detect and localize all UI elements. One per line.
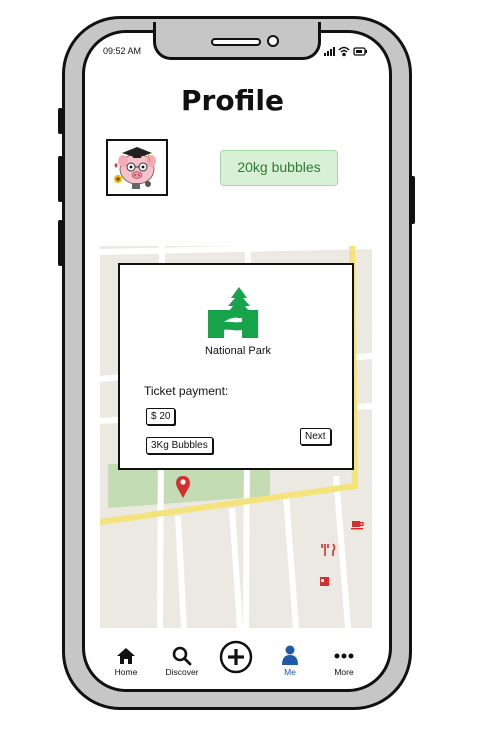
tab-label-home: Home	[114, 667, 138, 677]
power-button	[410, 176, 415, 224]
status-time: 09:52 AM	[103, 46, 142, 56]
volume-up-button	[58, 156, 63, 202]
cafe-icon	[351, 521, 364, 530]
signal-icon	[324, 47, 335, 56]
price-option-button[interactable]: $ 20	[146, 408, 176, 425]
coffee-cup-icon	[320, 577, 329, 586]
next-button[interactable]: Next	[300, 428, 331, 445]
camera	[267, 35, 279, 47]
bottom-tab-bar: Home Discover Me More	[100, 640, 372, 682]
plus-circle-icon	[219, 640, 253, 674]
ticket-payment-card: National Park Ticket payment: $ 20 3Kg B…	[118, 263, 354, 470]
ticket-payment-label: Ticket payment:	[144, 384, 229, 398]
battery-icon	[353, 47, 367, 56]
wifi-icon	[338, 46, 350, 57]
park-name: National Park	[204, 345, 272, 357]
tab-label-me: Me	[284, 667, 296, 677]
more-dots-icon	[334, 653, 354, 659]
tab-label-more: More	[334, 667, 354, 677]
person-icon	[282, 645, 298, 665]
volume-down-button	[58, 220, 63, 266]
status-icons	[322, 44, 370, 57]
search-icon	[172, 646, 192, 666]
speaker	[211, 38, 261, 46]
national-park-logo	[206, 286, 260, 340]
page-title: Profile	[181, 84, 284, 117]
pig-avatar-icon	[114, 147, 156, 189]
bubbles-badge: 20kg bubbles	[220, 150, 338, 186]
avatar[interactable]	[106, 139, 168, 196]
home-icon	[117, 648, 135, 664]
bubbles-option-button[interactable]: 3Kg Bubbles	[146, 437, 213, 454]
tab-label-discover: Discover	[165, 667, 199, 677]
